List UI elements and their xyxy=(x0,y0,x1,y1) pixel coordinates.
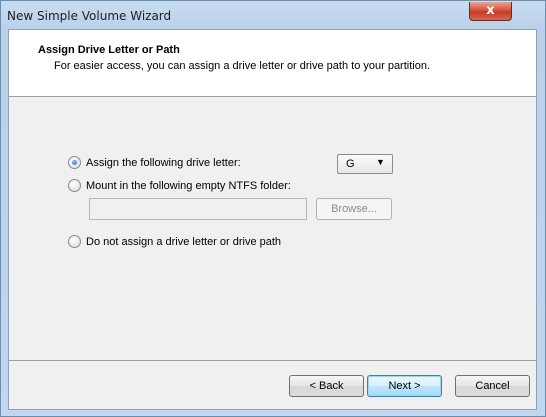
radio-no-assign[interactable] xyxy=(68,235,81,248)
label-assign-letter: Assign the following drive letter: xyxy=(86,156,241,169)
back-button[interactable]: < Back xyxy=(289,375,364,397)
cancel-button[interactable]: Cancel xyxy=(455,375,530,397)
window-title: New Simple Volume Wizard xyxy=(7,9,172,23)
label-mount-folder: Mount in the following empty NTFS folder… xyxy=(86,179,291,192)
chevron-down-icon: ▼ xyxy=(376,157,385,167)
folder-path-input[interactable] xyxy=(89,198,307,220)
option-assign-letter[interactable]: Assign the following drive letter: xyxy=(68,156,241,169)
browse-button[interactable]: Browse... xyxy=(316,198,392,220)
footer-divider xyxy=(9,360,536,361)
close-button[interactable]: x xyxy=(469,2,512,21)
label-no-assign: Do not assign a drive letter or drive pa… xyxy=(86,235,282,248)
wizard-client-area: Assign Drive Letter or Path For easier a… xyxy=(8,29,537,410)
drive-letter-value: G xyxy=(346,158,355,170)
drive-letter-dropdown[interactable]: G ▼ xyxy=(337,154,393,174)
wizard-window: New Simple Volume Wizard x Assign Drive … xyxy=(0,0,546,417)
option-mount-folder[interactable]: Mount in the following empty NTFS folder… xyxy=(68,179,291,192)
title-bar[interactable]: New Simple Volume Wizard x xyxy=(1,1,545,29)
wizard-header: Assign Drive Letter or Path For easier a… xyxy=(9,30,536,97)
page-title: Assign Drive Letter or Path xyxy=(38,44,180,56)
option-no-assign[interactable]: Do not assign a drive letter or drive pa… xyxy=(68,235,281,248)
radio-assign-letter[interactable] xyxy=(68,156,81,169)
close-icon: x xyxy=(486,3,495,18)
next-button[interactable]: Next > xyxy=(367,375,442,397)
page-subtitle: For easier access, you can assign a driv… xyxy=(54,60,431,72)
radio-mount-folder[interactable] xyxy=(68,179,81,192)
